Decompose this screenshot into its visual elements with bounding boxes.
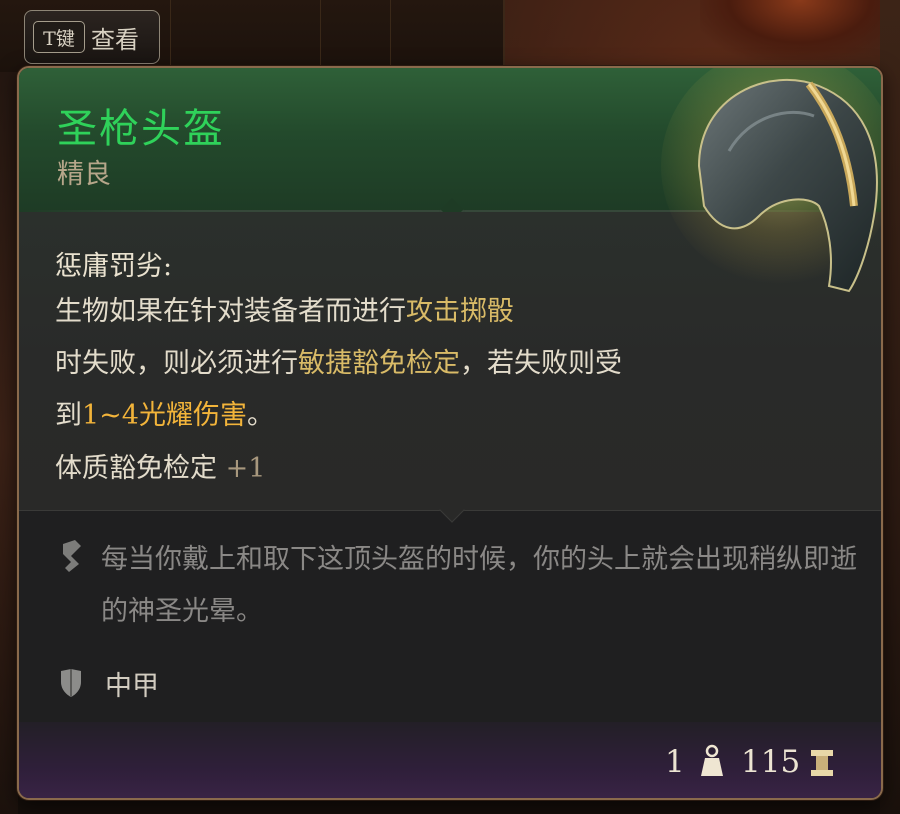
- stained-glass-window: [700, 0, 900, 60]
- inspect-hotkey-button[interactable]: T键 查看: [24, 10, 160, 64]
- attack-roll-keyword[interactable]: 攻击掷骰: [406, 296, 514, 327]
- background-left-edge: [0, 72, 18, 814]
- item-quantity: 1: [665, 744, 685, 780]
- dex-save-keyword[interactable]: 敏捷豁免检定: [298, 348, 460, 379]
- quill-icon: [63, 540, 81, 572]
- damage-value: 1~4光耀伤害: [82, 400, 247, 431]
- inspect-label: 查看: [91, 25, 139, 54]
- ability-name: 惩庸罚劣:: [55, 251, 173, 282]
- item-tooltip: 圣枪头盔 精良 惩庸罚劣: 生物如果在针对装备者而进行攻击掷骰 时失败，则必须进行…: [17, 66, 883, 800]
- flavor-text: 每当你戴上和取下这顶头盔的时候，你的头上就会出现稍纵即逝的神圣光晕。: [101, 544, 857, 627]
- shield-icon: [61, 669, 81, 697]
- item-price: 115: [741, 744, 801, 780]
- helmet-icon: [661, 68, 881, 293]
- gold-coin-icon: [811, 750, 833, 776]
- armor-type: 中甲: [105, 671, 159, 702]
- weight-icon: [701, 744, 723, 776]
- ability-description: 生物如果在针对装备者而进行攻击掷骰 时失败，则必须进行敏捷豁免检定，若失败则受到1…: [55, 296, 622, 431]
- constitution-save-bonus: 体质豁免检定 +1: [55, 453, 266, 484]
- item-rarity: 精良: [57, 159, 111, 190]
- background-right-edge: [880, 0, 900, 814]
- item-name: 圣枪头盔: [57, 106, 225, 152]
- t-key-cap: T键: [33, 21, 85, 53]
